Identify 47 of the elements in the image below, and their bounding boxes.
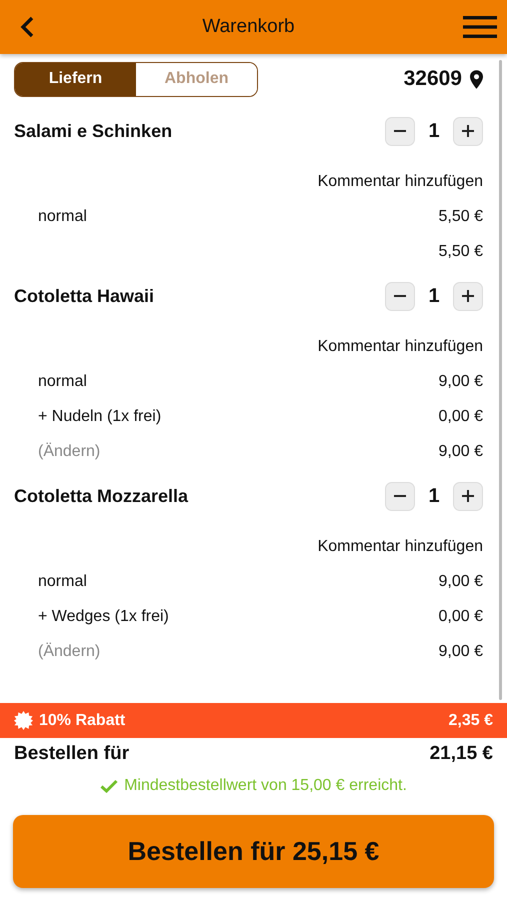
plus-icon bbox=[461, 489, 475, 503]
option-label: normal bbox=[38, 573, 87, 592]
plus-icon bbox=[461, 124, 475, 138]
badge-icon bbox=[14, 711, 33, 730]
option-label: + Nudeln (1x frei) bbox=[38, 408, 162, 427]
plus-icon bbox=[461, 289, 475, 303]
option-price: 5,50 € bbox=[438, 208, 483, 227]
item-name: Cotoletta Hawaii bbox=[14, 286, 154, 306]
add-comment-link[interactable]: Kommentar hinzufügen bbox=[318, 538, 483, 555]
location-pin-icon[interactable] bbox=[470, 70, 483, 88]
decrease-button[interactable] bbox=[385, 482, 415, 510]
item-total: 5,50 € bbox=[438, 243, 483, 262]
decrease-button[interactable] bbox=[385, 282, 415, 310]
minimum-order-notice: Mindestbestellwert von 15,00 € erreicht. bbox=[124, 777, 407, 795]
menu-icon[interactable] bbox=[463, 15, 497, 39]
add-comment-link[interactable]: Kommentar hinzufügen bbox=[318, 173, 483, 190]
option-price: 0,00 € bbox=[438, 408, 483, 427]
decrease-button[interactable] bbox=[385, 116, 415, 146]
back-icon[interactable] bbox=[20, 16, 34, 38]
change-link[interactable]: (Ändern) bbox=[38, 643, 100, 662]
option-price: 9,00 € bbox=[438, 643, 483, 662]
option-price: 9,00 € bbox=[438, 443, 483, 462]
item-name: Salami e Schinken bbox=[14, 120, 172, 142]
increase-button[interactable] bbox=[453, 282, 483, 310]
item-name: Cotoletta Mozzarella bbox=[14, 486, 188, 506]
subtotal-amount: 21,15 € bbox=[430, 743, 493, 765]
quantity: 1 bbox=[427, 284, 441, 308]
change-link[interactable]: (Ändern) bbox=[38, 443, 100, 462]
quantity: 1 bbox=[427, 484, 441, 508]
order-button[interactable]: Bestellen für 25,15 € bbox=[13, 815, 494, 888]
discount-label: 10% Rabatt bbox=[39, 712, 126, 730]
check-icon bbox=[100, 779, 118, 793]
option-price: 0,00 € bbox=[438, 608, 483, 627]
option-label: normal bbox=[38, 373, 87, 392]
option-label: normal bbox=[38, 208, 87, 227]
option-price: 9,00 € bbox=[438, 373, 483, 392]
delivery-option[interactable]: Liefern bbox=[15, 62, 136, 96]
discount-amount: 2,35 € bbox=[448, 712, 493, 730]
option-label: + Wedges (1x frei) bbox=[38, 608, 169, 627]
increase-button[interactable] bbox=[453, 116, 483, 146]
subtotal-label: Bestellen für bbox=[14, 743, 130, 765]
quantity: 1 bbox=[427, 120, 441, 142]
page-title: Warenkorb bbox=[201, 16, 296, 38]
increase-button[interactable] bbox=[453, 482, 483, 510]
option-price: 9,00 € bbox=[438, 573, 483, 592]
postcode[interactable]: 32609 bbox=[404, 67, 462, 91]
add-comment-link[interactable]: Kommentar hinzufügen bbox=[318, 338, 483, 355]
